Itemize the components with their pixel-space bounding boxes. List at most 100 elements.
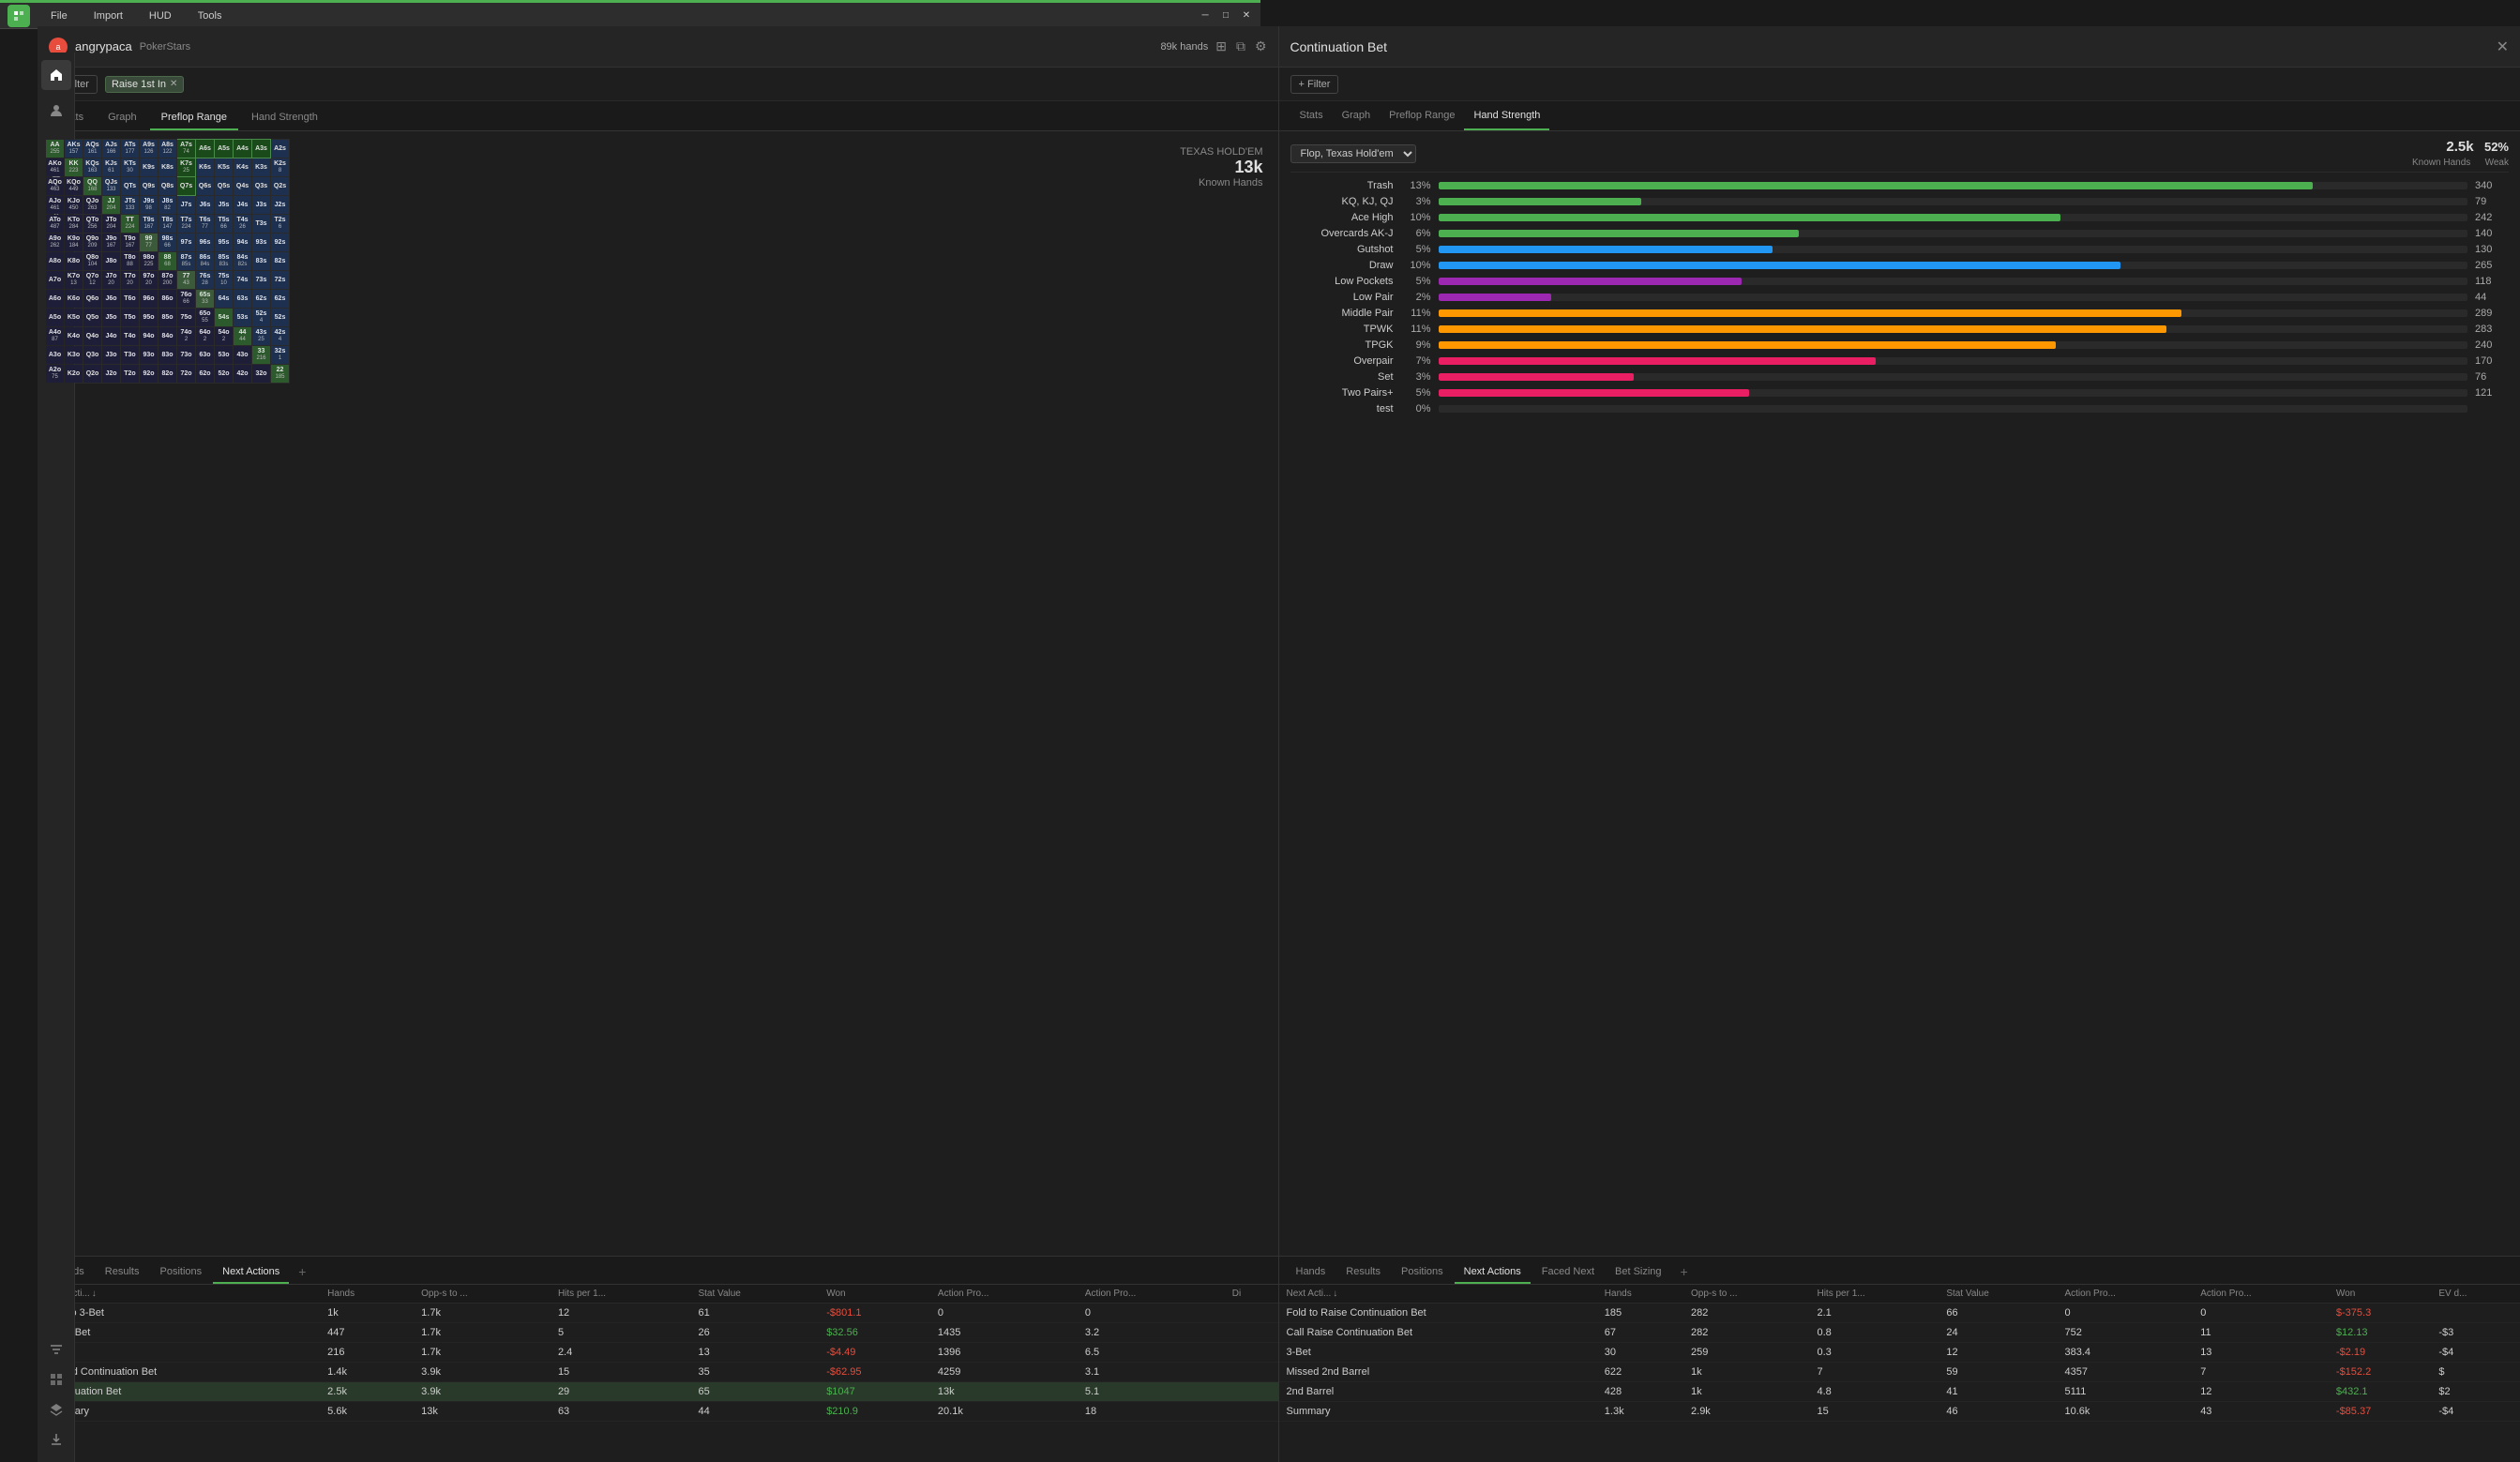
- right-tab-preflop[interactable]: Preflop Range: [1380, 101, 1464, 130]
- grid-cell[interactable]: K4s: [234, 158, 252, 177]
- grid-cell[interactable]: Q6s: [196, 177, 215, 196]
- grid-cell[interactable]: Q2o: [83, 365, 102, 384]
- grid-cell[interactable]: 7743: [177, 271, 196, 290]
- grid-cell[interactable]: J7o20: [102, 271, 121, 290]
- tab-graph[interactable]: Graph: [97, 106, 148, 130]
- grid-cell[interactable]: KJo450: [65, 196, 83, 215]
- grid-cell[interactable]: K5s: [215, 158, 234, 177]
- grid-cell[interactable]: 96o: [140, 290, 158, 309]
- grid-cell[interactable]: 33216: [252, 346, 271, 365]
- right-tab-hand-strength[interactable]: Hand Strength: [1464, 101, 1549, 130]
- grid-cell[interactable]: 76o66: [177, 290, 196, 309]
- grid-cell[interactable]: J4o: [102, 327, 121, 346]
- grid-cell[interactable]: 93s: [252, 234, 271, 252]
- grid-cell[interactable]: 76s28: [196, 271, 215, 290]
- grid-cell[interactable]: A5s: [215, 140, 234, 158]
- grid-cell[interactable]: 73o: [177, 346, 196, 365]
- rbt-results[interactable]: Results: [1336, 1261, 1390, 1284]
- grid-cell[interactable]: 82s: [271, 252, 290, 271]
- grid-cell[interactable]: 73s: [252, 271, 271, 290]
- grid-cell[interactable]: J2s: [271, 196, 290, 215]
- grid-cell[interactable]: K3s: [252, 158, 271, 177]
- grid-cell[interactable]: K4o: [65, 327, 83, 346]
- grid-cell[interactable]: KJs61: [102, 158, 121, 177]
- grid-cell[interactable]: QTo256: [83, 215, 102, 234]
- grid-cell[interactable]: 53o: [215, 346, 234, 365]
- grid-cell[interactable]: A7s74: [177, 140, 196, 158]
- bottom-tab-results[interactable]: Results: [96, 1261, 149, 1284]
- grid-cell[interactable]: 65s33: [196, 290, 215, 309]
- grid-cell[interactable]: AQs161: [83, 140, 102, 158]
- bottom-tab-positions[interactable]: Positions: [150, 1261, 211, 1284]
- grid-cell[interactable]: AA255: [46, 140, 65, 158]
- grid-cell[interactable]: A9s126: [140, 140, 158, 158]
- menu-hud[interactable]: HUD: [143, 8, 177, 23]
- grid-cell[interactable]: J9s98: [140, 196, 158, 215]
- grid-cell[interactable]: 52s4: [252, 309, 271, 327]
- grid-cell[interactable]: 42s4: [271, 327, 290, 346]
- grid-cell[interactable]: 93o: [140, 346, 158, 365]
- grid-cell[interactable]: K2s8: [271, 158, 290, 177]
- grid-cell[interactable]: 52s: [271, 309, 290, 327]
- window-icon[interactable]: ⊞: [1215, 38, 1227, 54]
- grid-cell[interactable]: K8o: [65, 252, 83, 271]
- grid-cell[interactable]: 84o: [158, 327, 177, 346]
- grid-cell[interactable]: QTs: [121, 177, 140, 196]
- grid-cell[interactable]: A4s: [234, 140, 252, 158]
- grid-cell[interactable]: Q5s: [215, 177, 234, 196]
- grid-cell[interactable]: Q6o: [83, 290, 102, 309]
- grid-cell[interactable]: K8s: [158, 158, 177, 177]
- table-row[interactable]: Summary 5.6k 13k 63 44 $210.9 20.1k 18: [38, 1402, 1278, 1422]
- grid-cell[interactable]: 54o2: [215, 327, 234, 346]
- grid-cell[interactable]: Q3s: [252, 177, 271, 196]
- filter-tag-close[interactable]: ✕: [170, 79, 177, 89]
- grid-cell[interactable]: 54s: [215, 309, 234, 327]
- menu-import[interactable]: Import: [88, 8, 128, 23]
- grid-cell[interactable]: 87o200: [158, 271, 177, 290]
- right-tab-graph[interactable]: Graph: [1333, 101, 1381, 130]
- grid-cell[interactable]: KK223: [65, 158, 83, 177]
- grid-cell[interactable]: 85s83s: [215, 252, 234, 271]
- rbt-positions[interactable]: Positions: [1392, 1261, 1453, 1284]
- table-row[interactable]: Missed 2nd Barrel 622 1k 7 59 4357 7 -$1…: [1279, 1363, 2520, 1382]
- grid-cell[interactable]: A2o75: [46, 365, 65, 384]
- grid-cell[interactable]: T9o167: [121, 234, 140, 252]
- grid-cell[interactable]: 72o: [177, 365, 196, 384]
- grid-cell[interactable]: T4o: [121, 327, 140, 346]
- grid-cell[interactable]: JTo204: [102, 215, 121, 234]
- rbt-next-actions[interactable]: Next Actions: [1455, 1261, 1531, 1284]
- grid-cell[interactable]: 74o2: [177, 327, 196, 346]
- rbt-hands[interactable]: Hands: [1287, 1261, 1335, 1284]
- grid-cell[interactable]: 96s: [196, 234, 215, 252]
- right-filter-button[interactable]: + Filter: [1290, 75, 1339, 94]
- grid-cell[interactable]: 52o: [215, 365, 234, 384]
- grid-cell[interactable]: AKs157: [65, 140, 83, 158]
- grid-cell[interactable]: K7o13: [65, 271, 83, 290]
- grid-cell[interactable]: 87s85s: [177, 252, 196, 271]
- grid-cell[interactable]: T3s: [252, 215, 271, 234]
- grid-cell[interactable]: J3s: [252, 196, 271, 215]
- grid-cell[interactable]: KTs30: [121, 158, 140, 177]
- grid-cell[interactable]: 8868: [158, 252, 177, 271]
- bottom-tab-add[interactable]: +: [291, 1259, 313, 1284]
- sidebar-filter-icon[interactable]: [41, 1334, 71, 1364]
- grid-cell[interactable]: Q9s: [140, 177, 158, 196]
- rbt-faced-next[interactable]: Faced Next: [1532, 1261, 1604, 1284]
- sidebar-download-icon[interactable]: [41, 1424, 71, 1454]
- grid-cell[interactable]: T9s167: [140, 215, 158, 234]
- grid-cell[interactable]: 83o: [158, 346, 177, 365]
- grid-cell[interactable]: 63s: [234, 290, 252, 309]
- sidebar-grid-icon[interactable]: [41, 1364, 71, 1394]
- grid-cell[interactable]: AQo463: [46, 177, 65, 196]
- grid-cell[interactable]: 64s: [215, 290, 234, 309]
- hs-dropdown[interactable]: Flop, Texas Hold'em: [1290, 144, 1416, 163]
- close-btn[interactable]: ✕: [1240, 9, 1253, 23]
- minimize-btn[interactable]: ─: [1199, 9, 1212, 23]
- table-row[interactable]: Call Raise Continuation Bet 67 282 0.8 2…: [1279, 1323, 2520, 1343]
- grid-cell[interactable]: J8o: [102, 252, 121, 271]
- grid-cell[interactable]: 32s1: [271, 346, 290, 365]
- grid-cell[interactable]: Q2s: [271, 177, 290, 196]
- menu-file[interactable]: File: [45, 8, 73, 23]
- grid-cell[interactable]: 94o: [140, 327, 158, 346]
- grid-cell[interactable]: 64o2: [196, 327, 215, 346]
